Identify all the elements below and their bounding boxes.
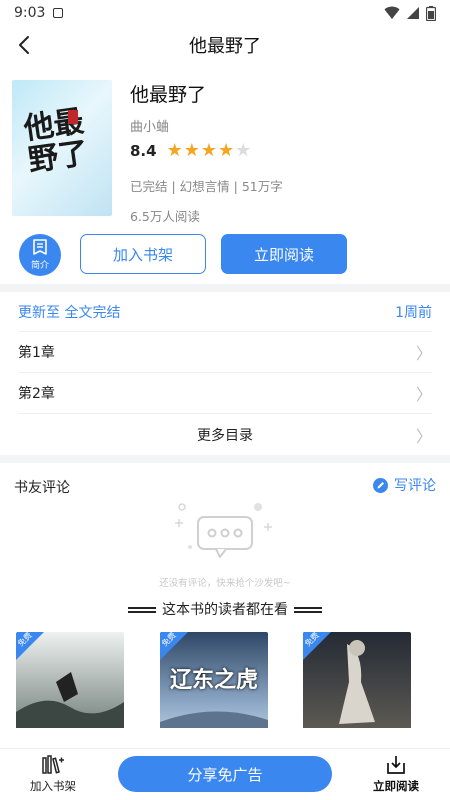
heading-divider — [294, 607, 322, 613]
table-of-contents: 更新至 全文完结 1周前 第1章 〉 第2章 〉 更多目录 〉 — [0, 292, 450, 455]
comments-heading: 书友评论 — [14, 480, 70, 496]
read-now-button[interactable]: 立即阅读 — [221, 234, 347, 274]
chevron-right-icon: 〉 — [415, 344, 432, 363]
update-status: 更新至 全文完结 — [18, 304, 121, 321]
section-gap — [0, 455, 450, 463]
chapter-label: 第2章 — [18, 386, 55, 402]
add-to-shelf-button[interactable]: 加入书架 — [80, 234, 206, 274]
recommend-cover-title: 辽东之虎 — [169, 667, 258, 693]
comments-section: 书友评论 写评论 还没有评论，快来抢个沙发吧~ 这本书的读者都在看 — [0, 463, 450, 618]
recommend-book-cover[interactable]: 辽东之虎 免费 — [160, 632, 268, 728]
chapter-row[interactable]: 第1章 〉 — [18, 332, 432, 373]
download-read-icon — [387, 756, 405, 774]
star-filled-icon: ★ — [166, 140, 183, 161]
back-arrow-icon[interactable] — [12, 32, 38, 58]
bottom-add-shelf-label: 加入书架 — [30, 779, 76, 793]
reader-count: 6.5万人阅读 — [130, 209, 200, 224]
recommend-list: 免费 辽东之虎 免费 免费 — [0, 618, 450, 728]
battery-icon — [426, 5, 436, 21]
recommend-heading-text: 这本书的读者都在看 — [162, 602, 288, 618]
write-comment-label: 写评论 — [394, 478, 436, 494]
status-time: 9:03 — [14, 5, 46, 21]
heading-divider — [128, 607, 156, 613]
book-info: 他最野了 他最野了 曲小蛐 8.4 ★ ★ ★ ★ ★ 已完结 | 幻想言情 | 51万… — [0, 64, 450, 224]
share-ad-free-button[interactable]: 分享免广告 — [118, 756, 332, 792]
rating-score: 8.4 — [130, 142, 157, 160]
recommend-heading: 这本书的读者都在看 — [0, 599, 450, 619]
chevron-right-icon: 〉 — [415, 426, 432, 446]
empty-comments-icon — [175, 503, 272, 558]
recommend-book-cover[interactable]: 免费 — [303, 632, 411, 728]
more-toc-label: 更多目录 — [197, 427, 253, 444]
update-time: 1周前 — [395, 304, 432, 321]
action-row: 简介 加入书架 立即阅读 — [0, 224, 450, 284]
book-intro-icon — [33, 239, 47, 255]
more-toc-row[interactable]: 更多目录 〉 — [18, 414, 432, 455]
book-author[interactable]: 曲小蛐 — [130, 116, 169, 135]
intro-button[interactable]: 简介 — [19, 234, 61, 276]
wifi-icon — [384, 6, 400, 19]
bottom-add-shelf-button[interactable]: 加入书架 — [28, 755, 78, 794]
bookshelf-add-icon — [42, 755, 64, 774]
edit-icon — [373, 477, 388, 493]
nav-bar: 他最野了 — [0, 26, 450, 64]
section-gap — [0, 284, 450, 292]
bottom-bar: 加入书架 分享免广告 立即阅读 — [0, 748, 450, 800]
book-meta: 已完结 | 幻想言情 | 51万字 — [130, 179, 283, 194]
intro-label: 简介 — [30, 261, 49, 271]
chevron-right-icon: 〉 — [415, 385, 432, 404]
rating: 8.4 ★ ★ ★ ★ ★ — [130, 142, 252, 161]
signal-icon — [407, 7, 419, 19]
rating-stars: ★ ★ ★ ★ ★ — [167, 142, 252, 160]
bottom-read-now-label: 立即阅读 — [373, 779, 419, 793]
write-comment-button[interactable]: 写评论 — [373, 475, 436, 495]
book-cover[interactable]: 他最野了 — [12, 80, 112, 216]
status-bar: 9:03 — [0, 0, 450, 26]
page-title: 他最野了 — [189, 36, 261, 57]
bottom-read-now-button[interactable]: 立即阅读 — [370, 755, 422, 794]
star-filled-icon: ★ — [183, 140, 200, 161]
star-empty-icon: ★ — [235, 140, 252, 161]
recommend-book-cover[interactable]: 免费 — [16, 632, 124, 728]
cover-title: 他最野了 — [21, 103, 91, 179]
notification-icon — [53, 8, 64, 18]
cover-seal — [68, 110, 78, 124]
star-filled-icon: ★ — [200, 140, 217, 161]
book-title: 他最野了 — [130, 84, 207, 106]
chapter-label: 第1章 — [18, 345, 55, 361]
update-row[interactable]: 更新至 全文完结 1周前 — [18, 292, 432, 332]
empty-comments-text: 还没有评论，快来抢个沙发吧~ — [159, 578, 291, 589]
chapter-row[interactable]: 第2章 〉 — [18, 373, 432, 414]
star-filled-icon: ★ — [218, 140, 235, 161]
